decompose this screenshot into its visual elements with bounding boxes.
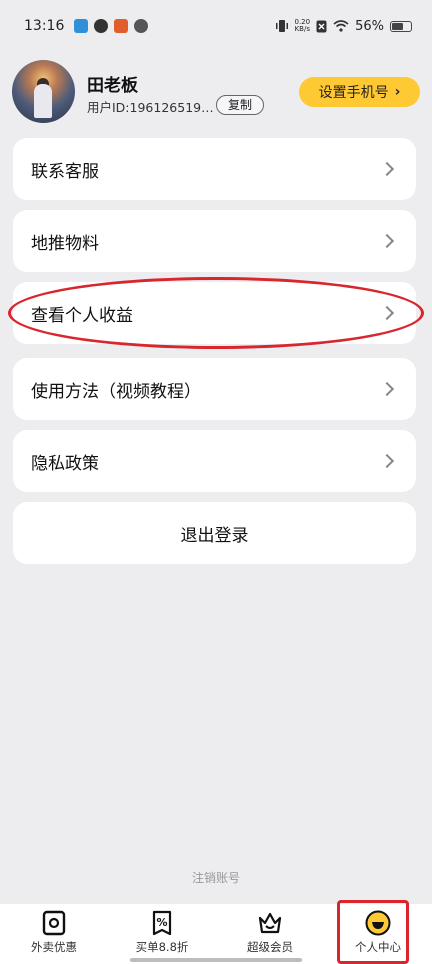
coupon-icon (41, 910, 67, 936)
net-speed: 0.20 KB/s (295, 19, 311, 33)
profile-section: 田老板 用户ID:196126519… 复制 设置手机号 › (12, 60, 420, 124)
home-indicator[interactable] (130, 958, 302, 962)
tab-label: 超级会员 (247, 940, 293, 954)
menu-item-label: 使用方法（视频教程） (31, 381, 201, 402)
chevron-right-icon (379, 381, 395, 397)
menu-item-contact-support[interactable]: 联系客服 (13, 138, 416, 200)
menu-item-privacy-policy[interactable]: 隐私政策 (13, 430, 416, 492)
logout-label: 退出登录 (180, 525, 249, 546)
copy-button[interactable]: 复制 (216, 95, 264, 115)
chevron-right-icon (379, 305, 395, 321)
menu-item-label: 查看个人收益 (31, 305, 133, 326)
status-left: 13:16 (24, 18, 149, 34)
menu-item-label: 联系客服 (31, 161, 99, 182)
vibrate-icon (275, 20, 288, 32)
battery-text: 56% (355, 18, 384, 34)
tab-personal-center[interactable]: 个人中心 (324, 904, 432, 964)
status-right: 0.20 KB/s 56% (275, 18, 412, 34)
menu-item-label: 隐私政策 (31, 453, 99, 474)
avatar[interactable] (12, 60, 75, 123)
crown-icon (257, 910, 283, 936)
chevron-right-icon (379, 233, 395, 249)
app-notification-icon (94, 19, 109, 33)
set-phone-button[interactable]: 设置手机号 › (299, 77, 420, 107)
wifi-icon (333, 20, 349, 32)
menu-item-personal-earnings[interactable]: 查看个人收益 (13, 282, 416, 344)
chevron-right-icon (379, 161, 395, 177)
deregister-link[interactable]: 注销账号 (0, 869, 432, 886)
menu-item-promo-materials[interactable]: 地推物料 (13, 210, 416, 272)
menu-item-usage-guide[interactable]: 使用方法（视频教程） (13, 358, 416, 420)
app-notification-icon (74, 19, 89, 33)
set-phone-label: 设置手机号 (318, 85, 389, 101)
tab-super-member[interactable]: 超级会员 (216, 904, 324, 964)
tab-label: 外卖优惠 (31, 940, 77, 954)
tab-takeout-deals[interactable]: 外卖优惠 (0, 904, 108, 964)
svg-text:%: % (156, 916, 167, 929)
percent-icon: % (149, 910, 175, 936)
status-bar: 13:16 0.20 KB/s 56% (0, 0, 432, 52)
avatar-figure-body (34, 84, 52, 118)
chevron-right-icon: › (394, 84, 401, 100)
chevron-right-icon (379, 453, 395, 469)
smiley-icon (365, 910, 391, 936)
user-name: 田老板 (87, 76, 138, 96)
menu-item-label: 地推物料 (31, 233, 99, 254)
tab-pay-discount[interactable]: % 买单8.8折 (108, 904, 216, 964)
bottom-tab-bar: 外卖优惠 % 买单8.8折 超级会员 个人中心 (0, 904, 432, 964)
tab-label: 买单8.8折 (135, 940, 189, 954)
app-notification-icon (114, 19, 129, 33)
net-speed-unit: KB/s (294, 25, 310, 33)
battery-icon (390, 20, 412, 32)
no-sim-icon (316, 20, 327, 32)
logout-button[interactable]: 退出登录 (13, 502, 416, 564)
cloud-icon (134, 19, 149, 33)
tab-label: 个人中心 (355, 940, 401, 954)
status-time: 13:16 (24, 18, 65, 34)
user-id: 用户ID:196126519… (87, 100, 214, 115)
